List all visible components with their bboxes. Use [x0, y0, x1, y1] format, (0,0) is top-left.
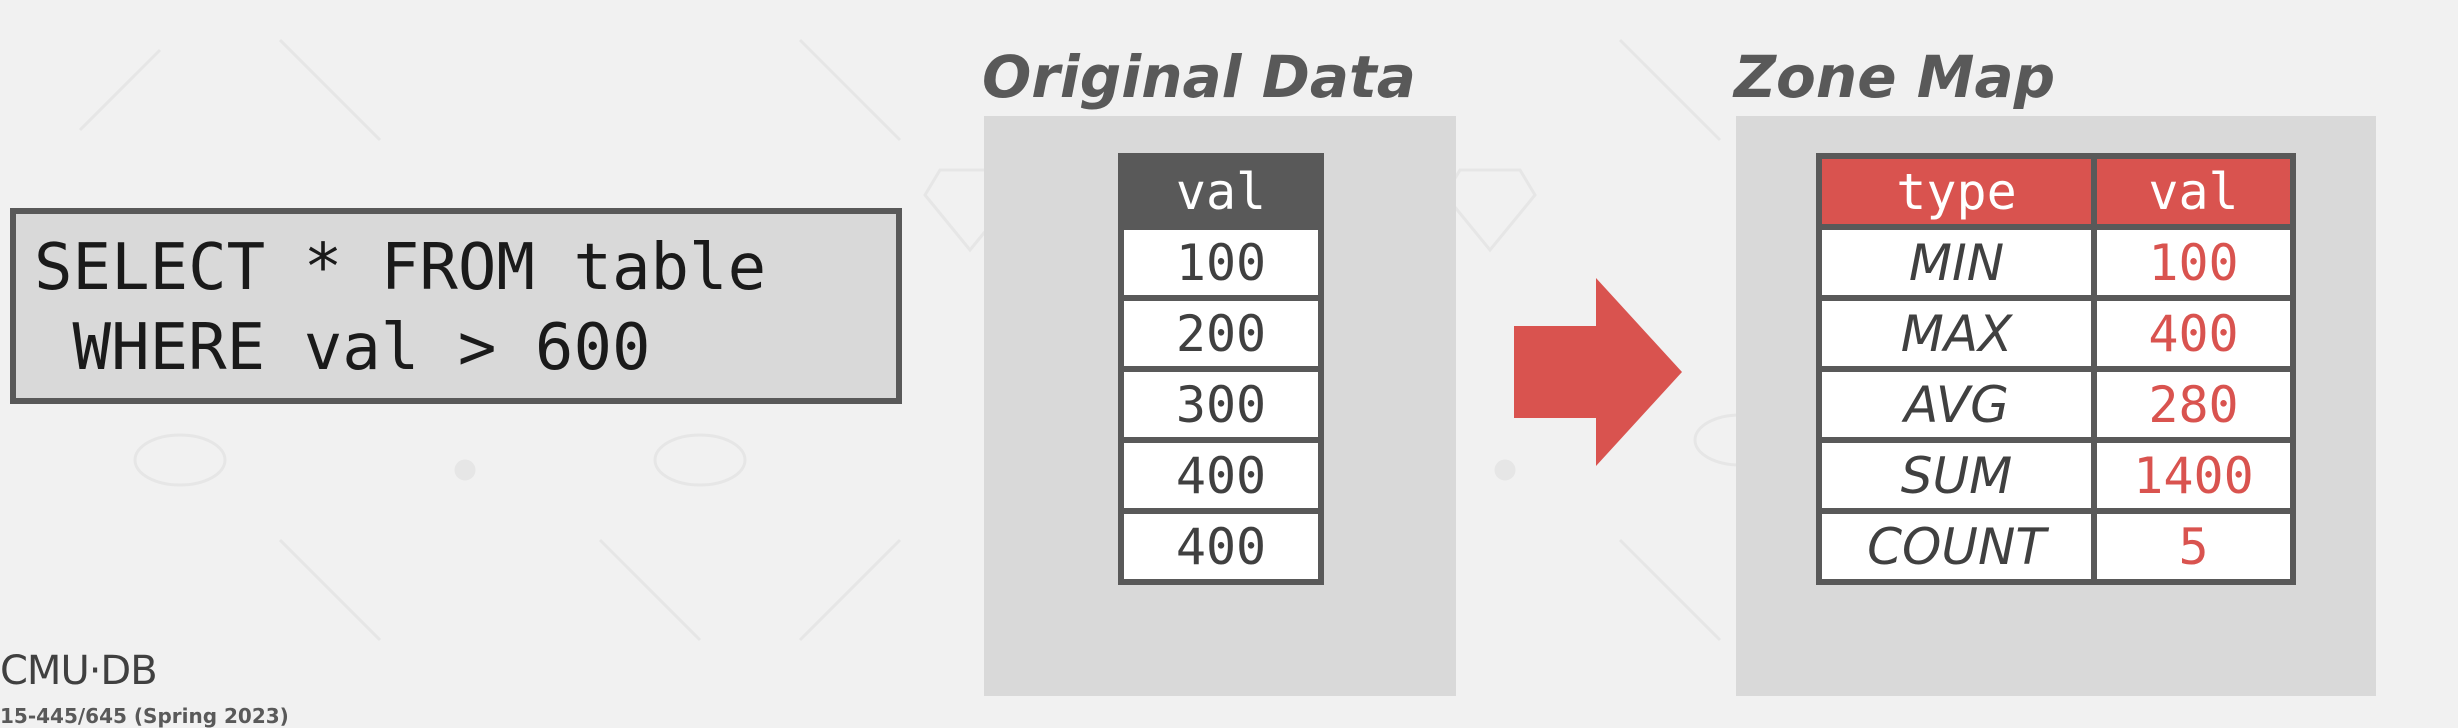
- zone-map-title: Zone Map: [1734, 43, 2056, 111]
- zone-map-type-cell: AVG: [1816, 366, 2097, 443]
- zone-map-val-cell: 400: [2091, 295, 2296, 372]
- zone-map-val-cell: 1400: [2091, 437, 2296, 514]
- table-row: MAX 400: [1816, 295, 2296, 372]
- zone-map-val-cell: 5: [2091, 508, 2296, 585]
- original-data-title: Original Data: [982, 43, 1416, 111]
- zone-map-table: type val MIN 100 MAX 400 AVG 280 SUM 140…: [1816, 153, 2296, 585]
- sql-query-line-1: SELECT * FROM table: [34, 231, 767, 305]
- zone-map-type-cell: MAX: [1816, 295, 2097, 372]
- zone-map-header-type: type: [1816, 153, 2097, 230]
- zone-map-val-cell: 280: [2091, 366, 2296, 443]
- original-data-cell: 200: [1118, 295, 1324, 372]
- right-arrow-icon: [1514, 278, 1682, 466]
- table-row: 400: [1118, 437, 1324, 514]
- zone-map-val-cell: 100: [2091, 224, 2296, 301]
- table-row: 200: [1118, 295, 1324, 372]
- original-data-cell: 400: [1118, 508, 1324, 585]
- table-row: 400: [1118, 508, 1324, 585]
- zone-map-type-cell: COUNT: [1816, 508, 2097, 585]
- original-data-table: val 100 200 300 400 400: [1118, 153, 1324, 585]
- table-row: COUNT 5: [1816, 508, 2296, 585]
- zone-map-type-cell: MIN: [1816, 224, 2097, 301]
- zone-map-type-cell: SUM: [1816, 437, 2097, 514]
- cmu-db-logo: CMU·DB: [0, 648, 158, 694]
- original-data-cell: 100: [1118, 224, 1324, 301]
- table-row: 100: [1118, 224, 1324, 301]
- table-row: AVG 280: [1816, 366, 2296, 443]
- table-row: 300: [1118, 366, 1324, 443]
- table-row: SUM 1400: [1816, 437, 2296, 514]
- original-data-cell: 300: [1118, 366, 1324, 443]
- sql-query-line-2: WHERE val > 600: [34, 311, 651, 385]
- sql-query-box: SELECT * FROM table WHERE val > 600: [10, 208, 902, 404]
- table-row: MIN 100: [1816, 224, 2296, 301]
- zone-map-header-val: val: [2091, 153, 2296, 230]
- course-label: 15-445/645 (Spring 2023): [0, 704, 289, 728]
- original-data-header: val: [1118, 153, 1324, 230]
- original-data-cell: 400: [1118, 437, 1324, 514]
